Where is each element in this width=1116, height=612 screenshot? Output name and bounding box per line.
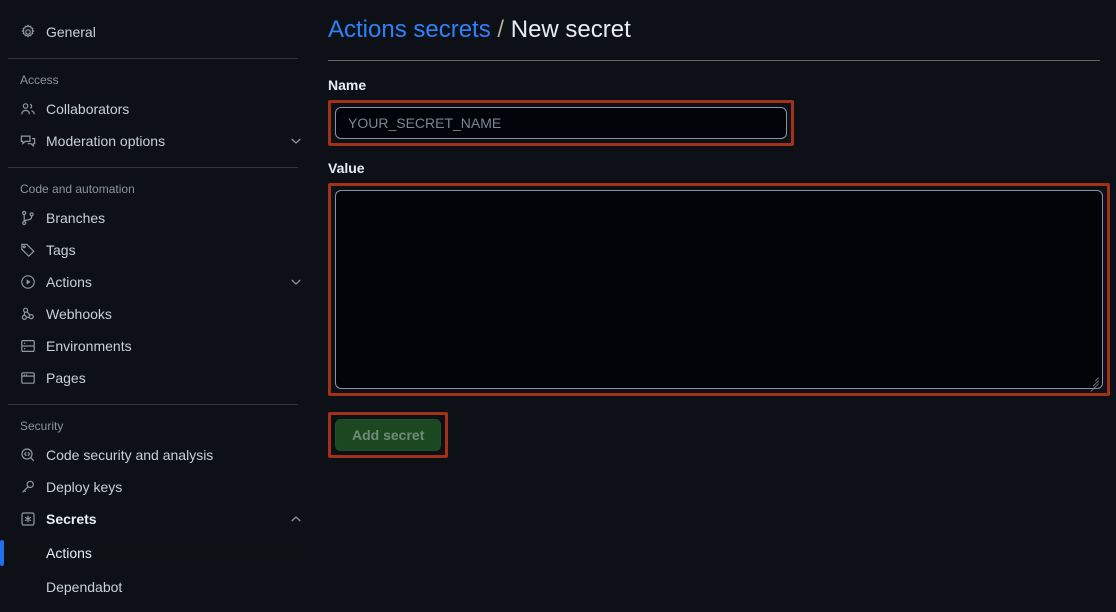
- sidebar-item-actions[interactable]: Actions: [8, 266, 312, 298]
- name-field-highlight: [328, 100, 794, 146]
- sidebar-item-secrets[interactable]: Secrets: [8, 503, 312, 535]
- sidebar-subitem-dependabot[interactable]: Dependabot: [8, 571, 312, 603]
- sidebar-item-label: General: [46, 24, 96, 40]
- chevron-up-icon[interactable]: [288, 511, 304, 527]
- asterisk-square-icon: [20, 511, 36, 527]
- main-content: Actions secrets / New secret Name Value …: [320, 0, 1116, 612]
- sidebar-item-label: Moderation options: [46, 133, 166, 149]
- sidebar-item-pages[interactable]: Pages: [8, 362, 312, 394]
- sidebar-section-access-title: Access: [20, 73, 59, 87]
- tag-icon: [20, 242, 36, 258]
- sidebar-divider-3: [8, 404, 298, 405]
- sidebar-item-environments[interactable]: Environments: [8, 330, 312, 362]
- chevron-down-icon[interactable]: [288, 274, 304, 290]
- sidebar-section-security-title: Security: [20, 419, 64, 433]
- breadcrumb-parent-link[interactable]: Actions secrets: [328, 16, 491, 43]
- sidebar-item-webhooks[interactable]: Webhooks: [8, 298, 312, 330]
- server-icon: [20, 338, 36, 354]
- people-icon: [20, 101, 36, 117]
- sidebar-item-label: Actions: [46, 274, 92, 290]
- sidebar-subitem-label: Dependabot: [46, 579, 123, 595]
- value-field-label: Value: [328, 160, 365, 176]
- secret-name-input[interactable]: [335, 107, 787, 139]
- title-divider: [328, 60, 1100, 61]
- settings-page: General Access Collaborators Moderation …: [0, 0, 1116, 612]
- add-secret-button[interactable]: Add secret: [335, 419, 442, 451]
- name-field-label: Name: [328, 77, 367, 93]
- comment-discussion-icon: [20, 133, 36, 149]
- sidebar-item-label: Environments: [46, 338, 132, 354]
- sidebar-subitem-actions[interactable]: Actions: [0, 537, 312, 569]
- submit-button-highlight: Add secret: [328, 412, 449, 458]
- sidebar-item-label: Pages: [46, 370, 86, 386]
- sidebar-item-label: Branches: [46, 210, 106, 226]
- value-field-highlight: [328, 183, 1110, 396]
- sidebar-subitem-label: Actions: [46, 545, 92, 561]
- sidebar-item-collaborators[interactable]: Collaborators: [8, 93, 312, 125]
- sidebar-item-branches[interactable]: Branches: [8, 202, 312, 234]
- sidebar-item-label: Secrets: [46, 511, 97, 527]
- git-branch-icon: [20, 210, 36, 226]
- sidebar-item-label: Deploy keys: [46, 479, 123, 495]
- play-circle-icon: [20, 274, 36, 290]
- page-title: Actions secrets / New secret: [328, 14, 1110, 46]
- sidebar-section-code-automation-title: Code and automation: [20, 182, 135, 196]
- gear-icon: [20, 24, 36, 40]
- webhook-icon: [20, 306, 36, 322]
- secret-value-textarea[interactable]: [335, 190, 1103, 389]
- sidebar-item-label: Collaborators: [46, 101, 130, 117]
- sidebar-item-general[interactable]: General: [8, 16, 312, 48]
- sidebar-item-code-security-and-analysis[interactable]: Code security and analysis: [8, 439, 312, 471]
- sidebar-item-deploy-keys[interactable]: Deploy keys: [8, 471, 312, 503]
- breadcrumb-current: New secret: [510, 16, 631, 43]
- settings-sidebar: General Access Collaborators Moderation …: [0, 0, 320, 612]
- sidebar-item-label: Webhooks: [46, 306, 112, 322]
- breadcrumb-separator: /: [497, 16, 505, 43]
- browser-icon: [20, 370, 36, 386]
- sidebar-item-tags[interactable]: Tags: [8, 234, 312, 266]
- sidebar-item-moderation-options[interactable]: Moderation options: [8, 125, 312, 157]
- sidebar-divider-2: [8, 167, 298, 168]
- key-icon: [20, 479, 36, 495]
- sidebar-item-label: Tags: [46, 242, 76, 258]
- chevron-down-icon[interactable]: [288, 133, 304, 149]
- codescan-icon: [20, 447, 36, 463]
- sidebar-divider-1: [8, 58, 298, 59]
- sidebar-item-label: Code security and analysis: [46, 447, 214, 463]
